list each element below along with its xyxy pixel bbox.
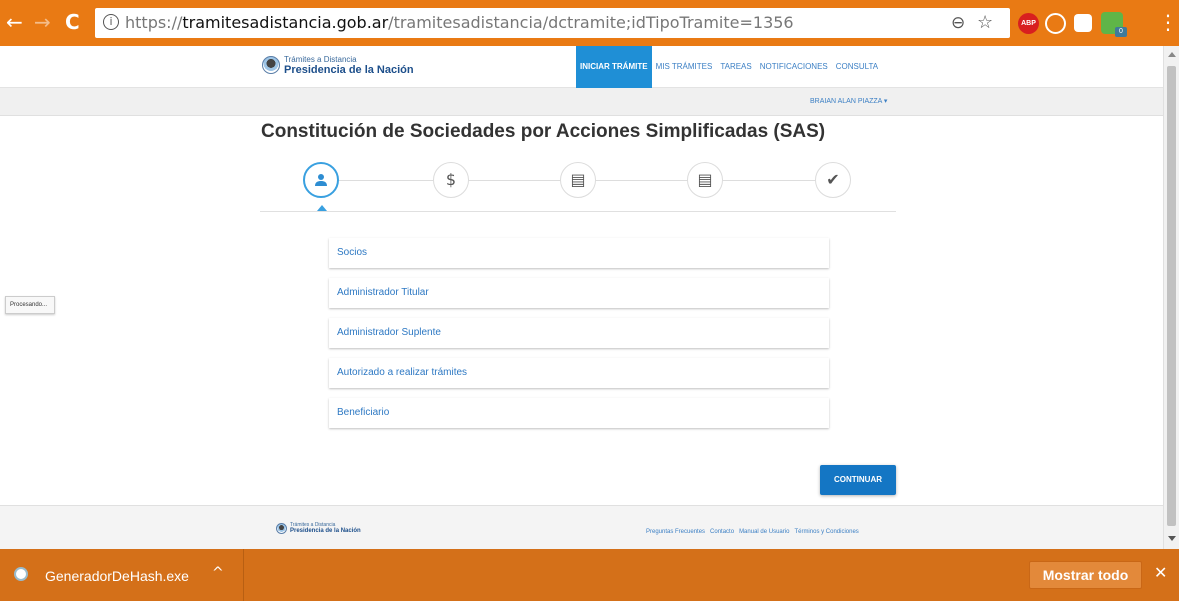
- address-bar[interactable]: i https://tramitesadistancia.gob.ar/tram…: [95, 8, 1010, 38]
- download-item[interactable]: GeneradorDeHash.exe ^: [0, 549, 244, 601]
- dollar-icon: $: [445, 170, 457, 189]
- reload-button[interactable]: C: [65, 12, 80, 32]
- footer-link-terms[interactable]: Términos y Condiciones: [794, 529, 858, 535]
- zoom-icon[interactable]: ⊖: [951, 13, 965, 33]
- nav-notificaciones[interactable]: NOTIFICACIONES: [756, 46, 832, 88]
- chevron-up-icon[interactable]: ^: [212, 565, 224, 581]
- step-socios[interactable]: [303, 162, 339, 198]
- browser-toolbar: ← → C i https://tramitesadistancia.gob.a…: [0, 0, 1179, 46]
- step-payment[interactable]: $: [433, 162, 469, 198]
- footer-links: Preguntas Frecuentes Contacto Manual de …: [646, 529, 864, 535]
- step-form-2[interactable]: ▤: [687, 162, 723, 198]
- top-navigation: INICIAR TRÁMITE MIS TRÁMITES TAREAS NOTI…: [576, 46, 882, 88]
- close-icon[interactable]: ✕: [1154, 563, 1167, 582]
- processing-status: Procesando...: [5, 296, 55, 314]
- site-footer: Trámites a Distancia Presidencia de la N…: [0, 505, 1163, 549]
- argentina-seal-icon: [262, 56, 280, 74]
- url-path: /tramitesadistancia/dctramite;idTipoTram…: [388, 13, 794, 32]
- download-file-name[interactable]: GeneradorDeHash.exe: [45, 568, 189, 584]
- browser-menu-icon[interactable]: ⋮: [1158, 12, 1178, 32]
- user-bar: BRAIAN ALAN PIAZZA ▾: [0, 88, 1163, 116]
- back-button[interactable]: ←: [6, 12, 23, 32]
- form-icon: ▤: [570, 170, 586, 189]
- section-autorizado[interactable]: Autorizado a realizar trámites: [329, 358, 829, 388]
- nav-mis-tramites[interactable]: MIS TRÁMITES: [652, 46, 717, 88]
- section-socios[interactable]: Socios: [329, 238, 829, 268]
- nav-iniciar-tramite[interactable]: INICIAR TRÁMITE: [576, 46, 652, 88]
- continue-button[interactable]: CONTINUAR: [820, 465, 896, 495]
- section-administrador-titular[interactable]: Administrador Titular: [329, 278, 829, 308]
- footer-link-faq[interactable]: Preguntas Frecuentes: [646, 529, 705, 535]
- forward-button[interactable]: →: [34, 12, 51, 32]
- argentina-seal-icon: [276, 523, 287, 534]
- abp-icon[interactable]: ABP: [1018, 13, 1039, 34]
- scroll-thumb[interactable]: [1167, 66, 1176, 526]
- form-icon: ▤: [697, 170, 713, 189]
- nav-consulta[interactable]: CONSULTA: [832, 46, 882, 88]
- extension-badge: 0: [1115, 27, 1127, 37]
- site-header: Trámites a Distancia Presidencia de la N…: [0, 46, 1163, 88]
- divider: [260, 211, 896, 212]
- footer-link-contact[interactable]: Contacto: [710, 529, 734, 535]
- section-beneficiario[interactable]: Beneficiario: [329, 398, 829, 428]
- download-bar: GeneradorDeHash.exe ^ Mostrar todo ✕: [0, 549, 1179, 601]
- section-list: Socios Administrador Titular Administrad…: [329, 238, 829, 438]
- document-icon[interactable]: [1074, 14, 1092, 32]
- user-menu[interactable]: BRAIAN ALAN PIAZZA ▾: [810, 97, 887, 105]
- logo-title: Presidencia de la Nación: [284, 64, 414, 76]
- nav-tareas[interactable]: TAREAS: [716, 46, 755, 88]
- sync-icon[interactable]: [1045, 13, 1066, 34]
- page-title: Constitución de Sociedades por Acciones …: [261, 121, 826, 142]
- show-all-downloads-button[interactable]: Mostrar todo: [1029, 561, 1142, 589]
- user-name: BRAIAN ALAN PIAZZA: [810, 98, 882, 105]
- step-confirm[interactable]: ✔: [815, 162, 851, 198]
- person-icon: [314, 170, 328, 189]
- scroll-up-arrow-icon[interactable]: [1168, 52, 1176, 57]
- url-text[interactable]: https://tramitesadistancia.gob.ar/tramit…: [125, 13, 794, 32]
- url-host: tramitesadistancia.gob.ar: [182, 13, 389, 32]
- executable-file-icon: [14, 567, 28, 581]
- footer-logo-title: Presidencia de la Nación: [290, 528, 361, 534]
- site-logo[interactable]: Trámites a Distancia Presidencia de la N…: [262, 55, 414, 76]
- vertical-scrollbar[interactable]: [1163, 46, 1179, 549]
- step-form-1[interactable]: ▤: [560, 162, 596, 198]
- green-extension-icon[interactable]: 0: [1101, 12, 1127, 37]
- bookmark-star-icon[interactable]: ☆: [977, 12, 993, 33]
- check-icon: ✔: [826, 170, 840, 189]
- scroll-down-arrow-icon[interactable]: [1168, 536, 1176, 541]
- url-scheme: https://: [125, 13, 183, 32]
- section-administrador-suplente[interactable]: Administrador Suplente: [329, 318, 829, 348]
- footer-link-manual[interactable]: Manual de Usuario: [739, 529, 789, 535]
- footer-logo[interactable]: Trámites a Distancia Presidencia de la N…: [276, 522, 361, 535]
- site-info-icon[interactable]: i: [103, 14, 119, 30]
- chevron-down-icon: ▾: [883, 98, 888, 105]
